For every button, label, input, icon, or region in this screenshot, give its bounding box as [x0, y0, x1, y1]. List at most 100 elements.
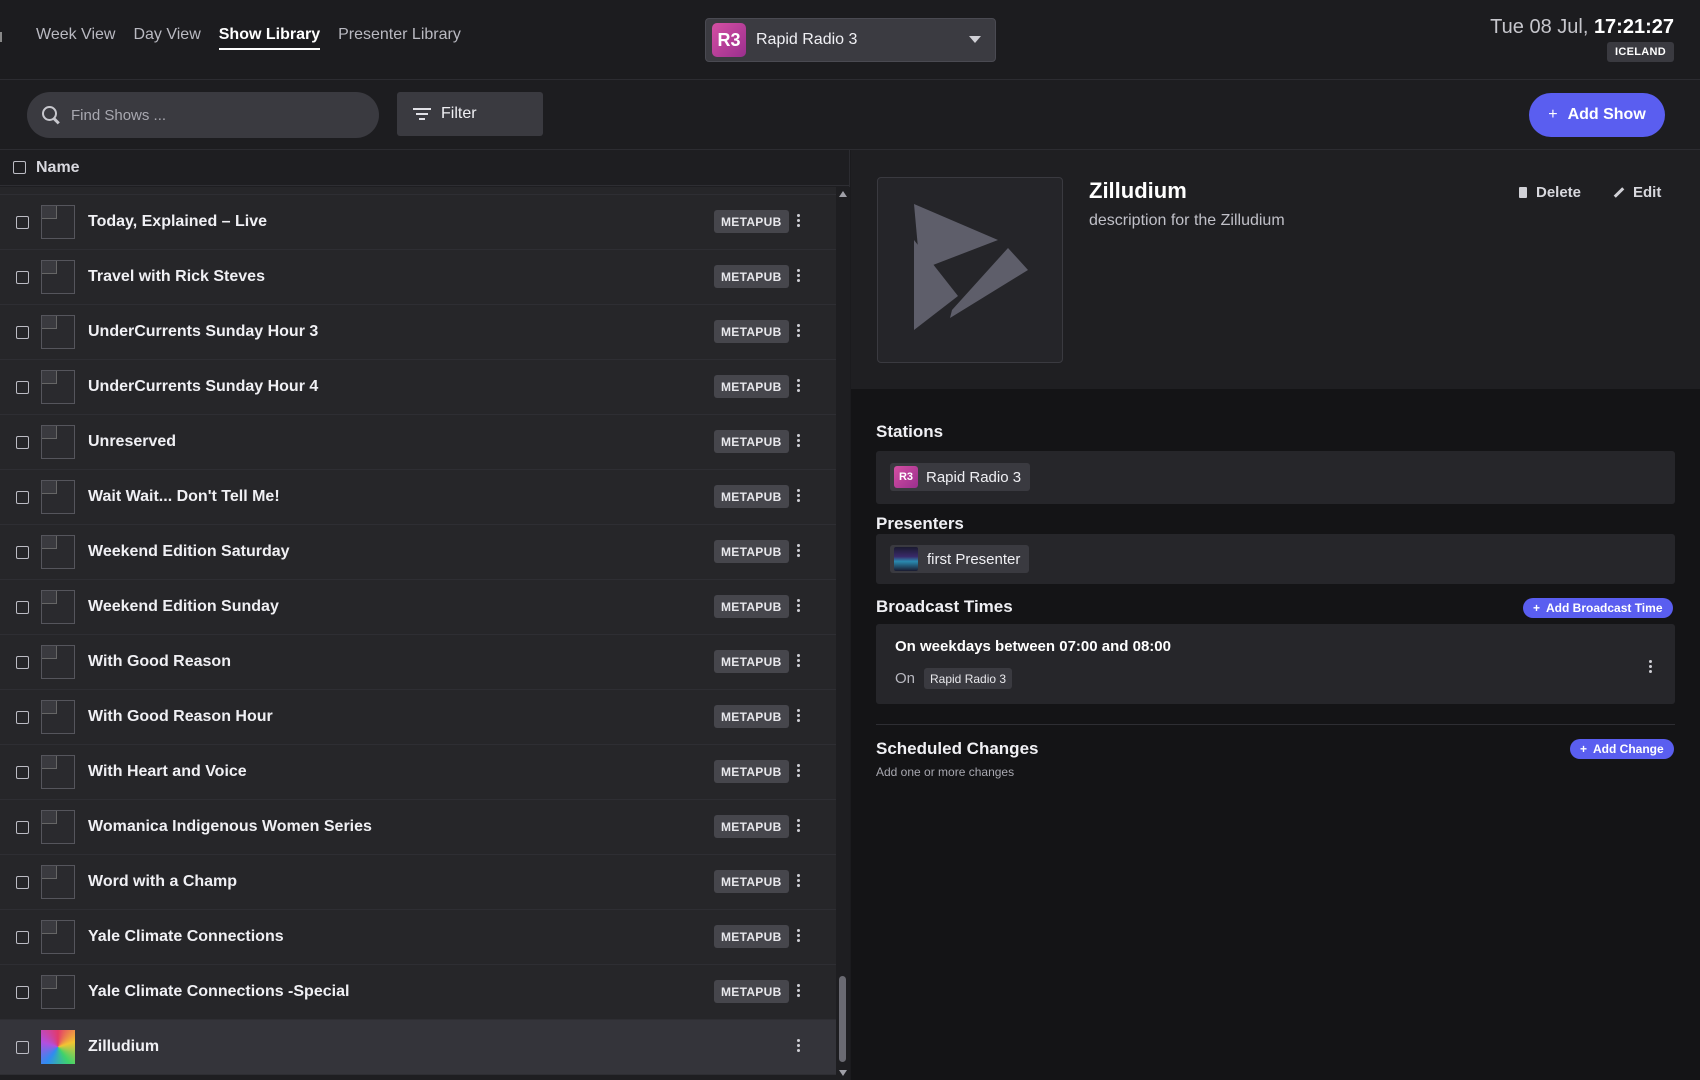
row-checkbox[interactable]: [16, 270, 29, 284]
more-vert-icon[interactable]: [797, 489, 801, 503]
table-row[interactable]: UnderCurrents Sunday Hour 3 METAPUB: [0, 305, 836, 360]
show-name: UnderCurrents Sunday Hour 4: [88, 378, 319, 395]
show-name: Today, Explained – Live: [88, 213, 268, 230]
station-chip-badge: R3: [894, 466, 918, 488]
source-tag: METAPUB: [714, 210, 789, 233]
row-checkbox[interactable]: [16, 1040, 29, 1054]
more-vert-icon[interactable]: [797, 324, 801, 338]
source-tag: METAPUB: [714, 760, 789, 783]
table-row[interactable]: With Heart and Voice METAPUB: [0, 745, 836, 800]
table-row[interactable]: With Good Reason METAPUB: [0, 635, 836, 690]
station-badge: R3: [712, 23, 746, 57]
show-thumbnail: [41, 865, 75, 899]
row-checkbox[interactable]: [16, 435, 29, 449]
more-vert-icon[interactable]: [797, 544, 801, 558]
table-row[interactable]: Today, Explained – Live METAPUB: [0, 195, 836, 250]
more-vert-icon[interactable]: [797, 214, 801, 228]
more-vert-icon[interactable]: [797, 379, 801, 393]
edit-button[interactable]: Edit: [1613, 184, 1661, 201]
show-thumbnail: [41, 975, 75, 1009]
row-checkbox[interactable]: [16, 600, 29, 614]
table-row[interactable]: UnderCurrents Sunday Hour 4 METAPUB: [0, 360, 836, 415]
table-row-selected[interactable]: Zilludium: [0, 1020, 836, 1075]
presenter-chip[interactable]: first Presenter: [890, 545, 1030, 573]
nav-tabs: Week View Day View Show Library Presente…: [36, 26, 461, 50]
more-vert-icon[interactable]: [797, 434, 801, 448]
presenter-avatar: [894, 547, 918, 571]
play-logo-icon: [914, 204, 1028, 330]
column-header-name[interactable]: Name: [36, 159, 80, 177]
more-vert-icon[interactable]: [797, 819, 801, 833]
table-row[interactable]: Womanica Indigenous Women Series METAPUB: [0, 800, 836, 855]
table-row[interactable]: Word with a Champ METAPUB: [0, 855, 836, 910]
more-vert-icon[interactable]: [797, 984, 801, 998]
row-checkbox[interactable]: [16, 710, 29, 724]
row-checkbox[interactable]: [16, 490, 29, 504]
table-row[interactable]: Yale Climate Connections METAPUB: [0, 910, 836, 965]
source-tag: METAPUB: [714, 485, 789, 508]
more-vert-icon[interactable]: [797, 709, 801, 723]
row-checkbox[interactable]: [16, 985, 29, 999]
tab-show-library[interactable]: Show Library: [218, 26, 321, 50]
station-chip[interactable]: R3 Rapid Radio 3: [890, 463, 1031, 491]
broadcast-station-tag: Rapid Radio 3: [924, 668, 1013, 689]
add-broadcast-time-label: Add Broadcast Time: [1546, 601, 1663, 615]
add-change-label: Add Change: [1593, 742, 1664, 756]
more-vert-icon[interactable]: [797, 1039, 801, 1053]
more-vert-icon[interactable]: [797, 764, 801, 778]
row-checkbox[interactable]: [16, 875, 29, 889]
scroll-thumb[interactable]: [839, 976, 846, 1062]
row-checkbox[interactable]: [16, 325, 29, 339]
row-checkbox[interactable]: [16, 765, 29, 779]
more-vert-icon[interactable]: [797, 929, 801, 943]
tab-day-view[interactable]: Day View: [133, 26, 200, 50]
station-selector-label: Rapid Radio 3: [756, 31, 858, 48]
search-input[interactable]: [71, 106, 351, 124]
source-tag: METAPUB: [714, 540, 789, 563]
table-row[interactable]: Wait Wait... Don't Tell Me! METAPUB: [0, 470, 836, 525]
scroll-down-arrow[interactable]: [839, 1070, 847, 1076]
table-row[interactable]: Travel with Rick Steves METAPUB: [0, 250, 836, 305]
more-vert-icon[interactable]: [1649, 660, 1653, 674]
tab-week-view[interactable]: Week View: [36, 26, 115, 50]
table-row[interactable]: With Good Reason Hour METAPUB: [0, 690, 836, 745]
filter-button[interactable]: Filter: [397, 92, 543, 136]
more-vert-icon[interactable]: [797, 269, 801, 283]
show-thumbnail: [41, 205, 75, 239]
show-name: Travel with Rick Steves: [88, 268, 265, 285]
add-change-button[interactable]: + Add Change: [1570, 739, 1674, 759]
scroll-up-arrow[interactable]: [839, 191, 847, 197]
more-vert-icon[interactable]: [797, 654, 801, 668]
more-vert-icon[interactable]: [797, 874, 801, 888]
search-box[interactable]: [27, 92, 379, 138]
table-row[interactable]: Weekend Edition Sunday METAPUB: [0, 580, 836, 635]
stations-title: Stations: [876, 422, 944, 441]
tab-presenter-library[interactable]: Presenter Library: [338, 26, 461, 50]
section-divider: [876, 724, 1675, 725]
more-vert-icon[interactable]: [797, 599, 801, 613]
add-show-button[interactable]: + Add Show: [1529, 93, 1665, 137]
source-tag: METAPUB: [714, 870, 789, 893]
row-checkbox[interactable]: [16, 380, 29, 394]
row-checkbox[interactable]: [16, 820, 29, 834]
show-name: Yale Climate Connections: [88, 928, 284, 945]
show-list-panel: Name Today, Explained – Live METAPUB Tra…: [0, 150, 850, 1080]
row-checkbox[interactable]: [16, 930, 29, 944]
list-scrollbar[interactable]: [836, 187, 850, 1080]
add-broadcast-time-button[interactable]: + Add Broadcast Time: [1523, 598, 1673, 618]
table-row[interactable]: Weekend Edition Saturday METAPUB: [0, 525, 836, 580]
show-detail-body: Stations R3 Rapid Radio 3 Presenters fir…: [851, 389, 1700, 1080]
row-checkbox[interactable]: [16, 655, 29, 669]
row-checkbox[interactable]: [16, 215, 29, 229]
show-name: Yale Climate Connections -Special: [88, 983, 350, 1000]
source-tag: METAPUB: [714, 650, 789, 673]
delete-button[interactable]: Delete: [1519, 184, 1581, 201]
select-all-checkbox[interactable]: [13, 161, 26, 174]
show-name: With Heart and Voice: [88, 763, 247, 780]
table-row[interactable]: Unreserved METAPUB: [0, 415, 836, 470]
row-checkbox[interactable]: [16, 545, 29, 559]
station-selector[interactable]: R3 Rapid Radio 3: [705, 18, 996, 62]
table-row[interactable]: Yale Climate Connections -Special METAPU…: [0, 965, 836, 1020]
source-tag: METAPUB: [714, 980, 789, 1003]
show-thumbnail: [41, 590, 75, 624]
